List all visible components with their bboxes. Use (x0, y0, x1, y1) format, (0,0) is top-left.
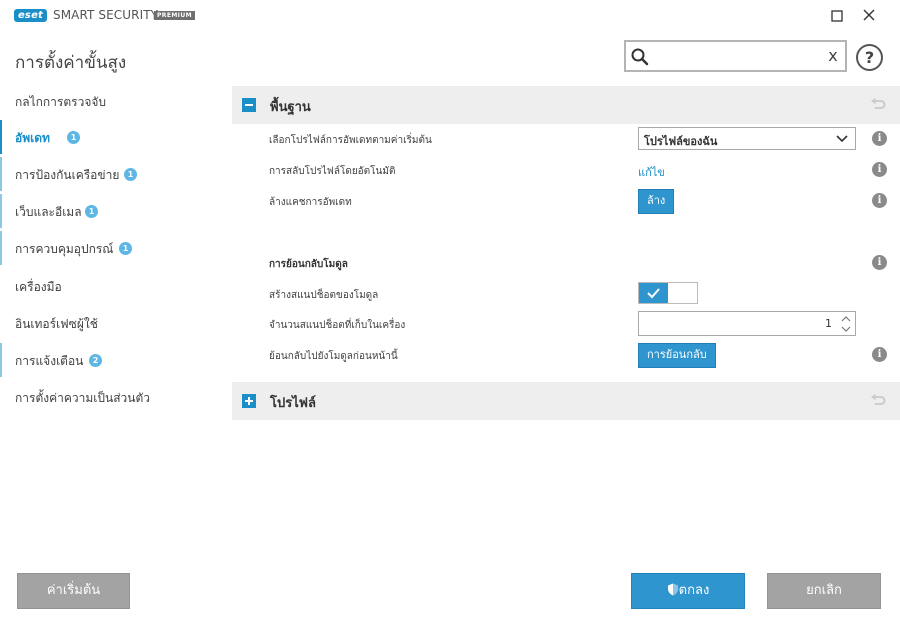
sidebar-item-web-and-email[interactable]: เว็บและอีเมล 1 (0, 194, 230, 228)
edition-badge: PREMIUM (154, 11, 195, 20)
sidebar-item-label: การป้องกันเครือข่าย (15, 168, 120, 182)
settings-panel: พื้นฐาน เลือกโปรไฟล์การอัพเดทตามค่าเริ่ม… (232, 84, 900, 544)
row-default-update-profile: เลือกโปรไฟล์การอัพเดทตามค่าเริ่มต้น โปรไ… (232, 124, 900, 154)
ok-button-label: ตกลง (678, 583, 710, 598)
ok-button[interactable]: ตกลง (631, 573, 745, 609)
sidebar-item-label: การแจ้งเตือน (15, 354, 84, 368)
cancel-button[interactable]: ยกเลิก (767, 573, 881, 609)
rollback-button[interactable]: การย้อนกลับ (638, 343, 716, 368)
default-profile-dropdown[interactable]: โปรไฟล์ของฉัน (638, 127, 856, 150)
sidebar-item-update[interactable]: อัพเดท 1 (0, 120, 230, 154)
stepper-up-icon[interactable] (839, 314, 853, 324)
snapshot-count-stepper[interactable]: 1 (638, 311, 856, 336)
sidebar-item-label: อัพเดท (15, 131, 50, 145)
square-icon (831, 10, 843, 22)
close-window-button[interactable] (856, 4, 882, 28)
notification-badge: 2 (89, 354, 102, 367)
snapshot-count-label: จำนวนสแนปช็อตที่เก็บในเครื่อง (269, 320, 406, 331)
info-icon[interactable]: i (872, 193, 887, 208)
clear-cache-label: ล้างแคชการอัพเดท (269, 197, 352, 208)
collapse-icon[interactable] (242, 98, 256, 112)
sidebar-item-privacy-settings[interactable]: การตั้งค่าความเป็นส่วนตัว (0, 380, 230, 414)
notification-badge: 1 (124, 168, 137, 181)
module-rollback-heading: การย้อนกลับโมดูล (269, 259, 348, 270)
eset-logo: eset (14, 9, 47, 22)
sidebar-item-label: การตั้งค่าความเป็นส่วนตัว (15, 391, 150, 405)
sidebar-item-label: เครื่องมือ (15, 280, 62, 294)
section-header-profiles[interactable]: โปรไฟล์ (232, 382, 900, 420)
row-clear-update-cache: ล้างแคชการอัพเดท ล้าง i (232, 186, 900, 216)
sidebar: กลไกการตรวจจับ อัพเดท 1 การป้องกันเครือข… (0, 84, 230, 544)
sidebar-item-user-interface[interactable]: อินเทอร์เฟซผู้ใช้ (0, 306, 230, 340)
sidebar-item-network-protection[interactable]: การป้องกันเครือข่าย 1 (0, 157, 230, 191)
sidebar-item-detection-engine[interactable]: กลไกการตรวจจับ (0, 84, 230, 118)
row-create-module-snapshots: สร้างสแนปช็อตของโมดูล (232, 279, 900, 309)
title-bar: eset SMART SECURITY PREMIUM (0, 0, 900, 32)
create-snapshots-toggle[interactable] (638, 282, 698, 304)
clear-search-button[interactable]: x (826, 48, 840, 64)
sidebar-item-label: กลไกการตรวจจับ (15, 95, 107, 109)
close-icon (863, 9, 875, 21)
info-icon[interactable]: i (872, 347, 887, 362)
expand-icon[interactable] (242, 394, 256, 408)
page-title: การตั้งค่าขั้นสูง (15, 53, 127, 73)
section-title: พื้นฐาน (270, 100, 311, 115)
row-rollback-previous-modules: ย้อนกลับไปยังโมดูลก่อนหน้านี้ การย้อนกลั… (232, 340, 900, 370)
section-header-basic[interactable]: พื้นฐาน (232, 86, 900, 124)
search-input[interactable] (654, 46, 822, 66)
stepper-value: 1 (825, 317, 832, 330)
section-title: โปรไฟล์ (270, 396, 316, 411)
sidebar-item-label: อินเทอร์เฟซผู้ใช้ (15, 317, 98, 331)
create-snapshots-label: สร้างสแนปช็อตของโมดูล (269, 290, 379, 301)
sidebar-item-label: การควบคุมอุปกรณ์ (15, 242, 114, 256)
notification-badge: 1 (67, 131, 80, 144)
sidebar-item-device-control[interactable]: การควบคุมอุปกรณ์ 1 (0, 231, 230, 265)
notification-badge: 1 (85, 205, 98, 218)
info-icon[interactable]: i (872, 162, 887, 177)
help-button[interactable]: ? (856, 44, 883, 71)
row-module-rollback-heading: การย้อนกลับโมดูล i (232, 248, 900, 278)
revert-icon[interactable] (870, 98, 886, 112)
revert-icon[interactable] (870, 394, 886, 408)
edit-link[interactable]: แก้ไข (638, 163, 665, 181)
product-name: SMART SECURITY (53, 8, 159, 22)
check-icon (647, 288, 660, 299)
search-icon (631, 48, 649, 66)
default-profile-label: เลือกโปรไฟล์การอัพเดทตามค่าเริ่มต้น (269, 135, 432, 146)
notification-badge: 1 (119, 242, 132, 255)
maximize-button[interactable] (824, 4, 850, 28)
row-auto-profile-switch: การสลับโปรไฟล์โดยอัตโนมัติ แก้ไข i (232, 155, 900, 185)
info-icon[interactable]: i (872, 255, 887, 270)
stepper-down-icon[interactable] (839, 324, 853, 334)
dialog-footer: ค่าเริ่มต้น ตกลง ยกเลิก (0, 544, 900, 620)
shield-icon (667, 583, 678, 596)
info-icon[interactable]: i (872, 131, 887, 146)
chevron-down-icon (836, 135, 848, 143)
dropdown-selected-value: โปรไฟล์ของฉัน (644, 135, 718, 148)
default-button[interactable]: ค่าเริ่มต้น (17, 573, 130, 609)
sidebar-item-tools[interactable]: เครื่องมือ (0, 269, 230, 303)
sidebar-item-label: เว็บและอีเมล (15, 205, 82, 219)
row-snapshot-count: จำนวนสแนปช็อตที่เก็บในเครื่อง 1 (232, 309, 900, 339)
auto-switch-label: การสลับโปรไฟล์โดยอัตโนมัติ (269, 166, 396, 177)
clear-cache-button[interactable]: ล้าง (638, 189, 675, 214)
toggle-on-indicator (639, 283, 668, 303)
sidebar-item-notifications[interactable]: การแจ้งเตือน 2 (0, 343, 230, 377)
search-box: x (624, 40, 847, 72)
rollback-previous-label: ย้อนกลับไปยังโมดูลก่อนหน้านี้ (269, 351, 398, 362)
